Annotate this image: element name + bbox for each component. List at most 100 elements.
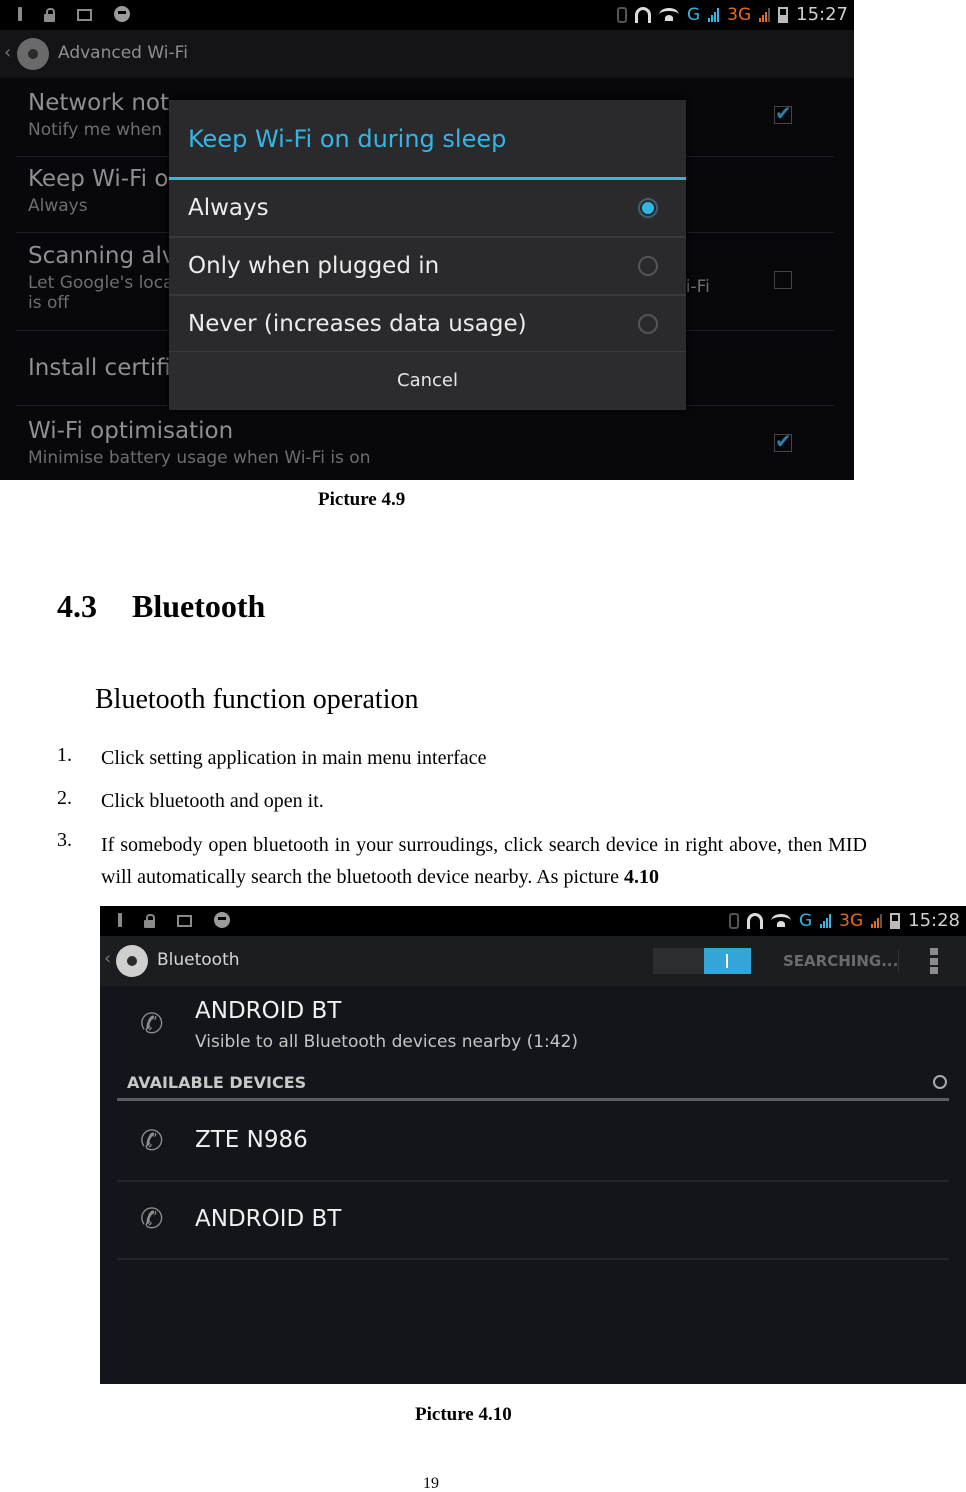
signal-icon bbox=[708, 7, 720, 22]
usb-debug-icon bbox=[18, 7, 22, 21]
headset-icon bbox=[746, 912, 763, 929]
divider bbox=[117, 1258, 949, 1260]
bluetooth-icon bbox=[728, 912, 739, 929]
status-bar: G 3G 15:28 bbox=[100, 906, 966, 936]
battery-icon bbox=[778, 6, 789, 23]
wifi-icon bbox=[770, 913, 791, 928]
battery-icon bbox=[890, 912, 901, 929]
visibility-status[interactable]: Visible to all Bluetooth devices nearby … bbox=[195, 1032, 578, 1052]
list-number: 1. bbox=[57, 744, 72, 766]
available-devices-header: AVAILABLE DEVICES bbox=[127, 1073, 307, 1092]
signal-icon bbox=[871, 913, 883, 928]
phone-icon: ✆ bbox=[140, 1202, 164, 1235]
overflow-menu-icon[interactable] bbox=[930, 948, 938, 974]
page-number: 19 bbox=[423, 1475, 439, 1492]
advanced-wifi-screenshot: G 3G 15:27 ‹ Advanced Wi-Fi Network not … bbox=[0, 0, 854, 480]
pref-title: Scanning alv bbox=[28, 243, 176, 269]
pref-install-certificates[interactable]: Install certifi bbox=[28, 355, 171, 381]
list-number: 2. bbox=[57, 787, 72, 809]
radio-unselected-icon[interactable] bbox=[638, 314, 658, 334]
settings-gear-icon[interactable] bbox=[116, 945, 148, 977]
g-network-label: G bbox=[686, 4, 701, 25]
clock: 15:28 bbox=[908, 910, 960, 931]
headset-icon bbox=[634, 6, 651, 23]
usb-debug-icon bbox=[118, 913, 122, 927]
phone-icon: ✆ bbox=[140, 1007, 164, 1040]
list-text: Click bluetooth and open it. bbox=[101, 790, 324, 812]
pref-summary-line: Let Google's loca bbox=[28, 273, 174, 293]
option-label: Never (increases data usage) bbox=[188, 311, 527, 337]
search-devices-button[interactable]: SEARCHING... bbox=[783, 952, 898, 970]
figure-reference: 4.10 bbox=[623, 866, 659, 888]
device-row[interactable]: ✆ ZTE N986 bbox=[100, 1101, 966, 1179]
pref-summary: Minimise battery usage when Wi-Fi is on bbox=[28, 448, 371, 468]
figure-caption: Picture 4.10 bbox=[415, 1404, 512, 1425]
keep-wifi-sleep-dialog: Keep Wi-Fi on during sleep Always Only w… bbox=[169, 100, 686, 410]
subheading: Bluetooth function operation bbox=[95, 684, 419, 715]
list-text-body: If somebody open bluetooth in your surro… bbox=[101, 834, 867, 888]
action-bar: ‹ Bluetooth SEARCHING... bbox=[100, 936, 966, 986]
screen-title: Bluetooth bbox=[157, 950, 240, 970]
option-label: Only when plugged in bbox=[188, 253, 440, 279]
pref-title: Install certifi bbox=[28, 355, 171, 381]
section-number: 4.3 bbox=[57, 588, 97, 624]
pref-network-notification[interactable]: Network not Notify me when bbox=[28, 90, 169, 140]
dialog-title: Keep Wi-Fi on during sleep bbox=[188, 125, 507, 153]
scanning-always-checkbox[interactable] bbox=[774, 271, 792, 289]
radio-selected-icon[interactable] bbox=[638, 198, 658, 218]
pref-title: Wi-Fi optimisation bbox=[28, 418, 234, 444]
wifi-optimisation-checkbox[interactable] bbox=[774, 429, 792, 453]
signal-icon bbox=[759, 7, 771, 22]
bluetooth-toggle[interactable] bbox=[653, 948, 751, 974]
divider bbox=[898, 950, 899, 972]
g-network-label: G bbox=[798, 910, 813, 931]
toggle-knob bbox=[704, 948, 751, 974]
pref-scanning-always[interactable]: Scanning alv Let Google's loca is off bbox=[28, 243, 175, 313]
section-heading: 4.3 Bluetooth bbox=[57, 588, 265, 625]
pref-keep-wifi-on[interactable]: Keep Wi-Fi o Always bbox=[28, 166, 168, 216]
device-name: ANDROID BT bbox=[195, 1206, 342, 1232]
hangouts-icon bbox=[114, 6, 130, 22]
section-title: Bluetooth bbox=[132, 588, 266, 624]
clock: 15:27 bbox=[796, 4, 848, 25]
pref-summary: Let Google's loca is off bbox=[28, 273, 175, 313]
scanning-progress-icon bbox=[933, 1075, 947, 1089]
this-device-name[interactable]: ANDROID BT bbox=[195, 998, 341, 1024]
settings-gear-icon[interactable] bbox=[17, 38, 49, 70]
bluetooth-screenshot: G 3G 15:28 ‹ Bluetooth SEARCHING... ✆ AN… bbox=[100, 906, 966, 1384]
signal-icon bbox=[820, 913, 832, 928]
list-text: Click setting application in main menu i… bbox=[101, 747, 487, 769]
pref-title: Keep Wi-Fi o bbox=[28, 166, 169, 192]
option-only-plugged-in[interactable]: Only when plugged in bbox=[169, 238, 686, 295]
hangouts-icon bbox=[214, 912, 230, 928]
screenshot-icon bbox=[77, 9, 92, 21]
device-name: ZTE N986 bbox=[195, 1127, 308, 1153]
pref-wifi-optimisation[interactable]: Wi-Fi optimisation Minimise battery usag… bbox=[28, 418, 370, 468]
screenshot-icon bbox=[177, 915, 192, 927]
wifi-icon bbox=[658, 7, 679, 22]
3g-network-label: 3G bbox=[727, 4, 752, 25]
3g-network-label: 3G bbox=[839, 910, 864, 931]
list-number: 3. bbox=[57, 829, 72, 851]
pref-title: Network not bbox=[28, 90, 170, 116]
pref-summary-line: is off bbox=[28, 293, 70, 313]
lock-icon bbox=[144, 913, 155, 928]
option-label: Always bbox=[188, 195, 269, 221]
option-never[interactable]: Never (increases data usage) bbox=[169, 296, 686, 353]
network-notification-checkbox[interactable] bbox=[774, 101, 792, 125]
radio-unselected-icon[interactable] bbox=[638, 256, 658, 276]
pref-summary: Always bbox=[28, 196, 88, 216]
bluetooth-icon bbox=[616, 6, 627, 23]
list-text: If somebody open bluetooth in your surro… bbox=[101, 829, 867, 893]
status-bar: G 3G 15:27 bbox=[0, 0, 854, 30]
phone-icon: ✆ bbox=[140, 1124, 164, 1157]
option-always[interactable]: Always bbox=[169, 180, 686, 237]
pref-summary: Notify me when bbox=[28, 120, 162, 140]
screen-title: Advanced Wi-Fi bbox=[58, 43, 188, 63]
device-row[interactable]: ✆ ANDROID BT bbox=[100, 1182, 966, 1258]
cancel-button[interactable]: Cancel bbox=[169, 352, 686, 410]
back-icon[interactable]: ‹ bbox=[104, 948, 111, 969]
action-bar: ‹ Advanced Wi-Fi bbox=[0, 30, 854, 78]
back-icon[interactable]: ‹ bbox=[4, 42, 11, 63]
lock-icon bbox=[44, 7, 55, 22]
